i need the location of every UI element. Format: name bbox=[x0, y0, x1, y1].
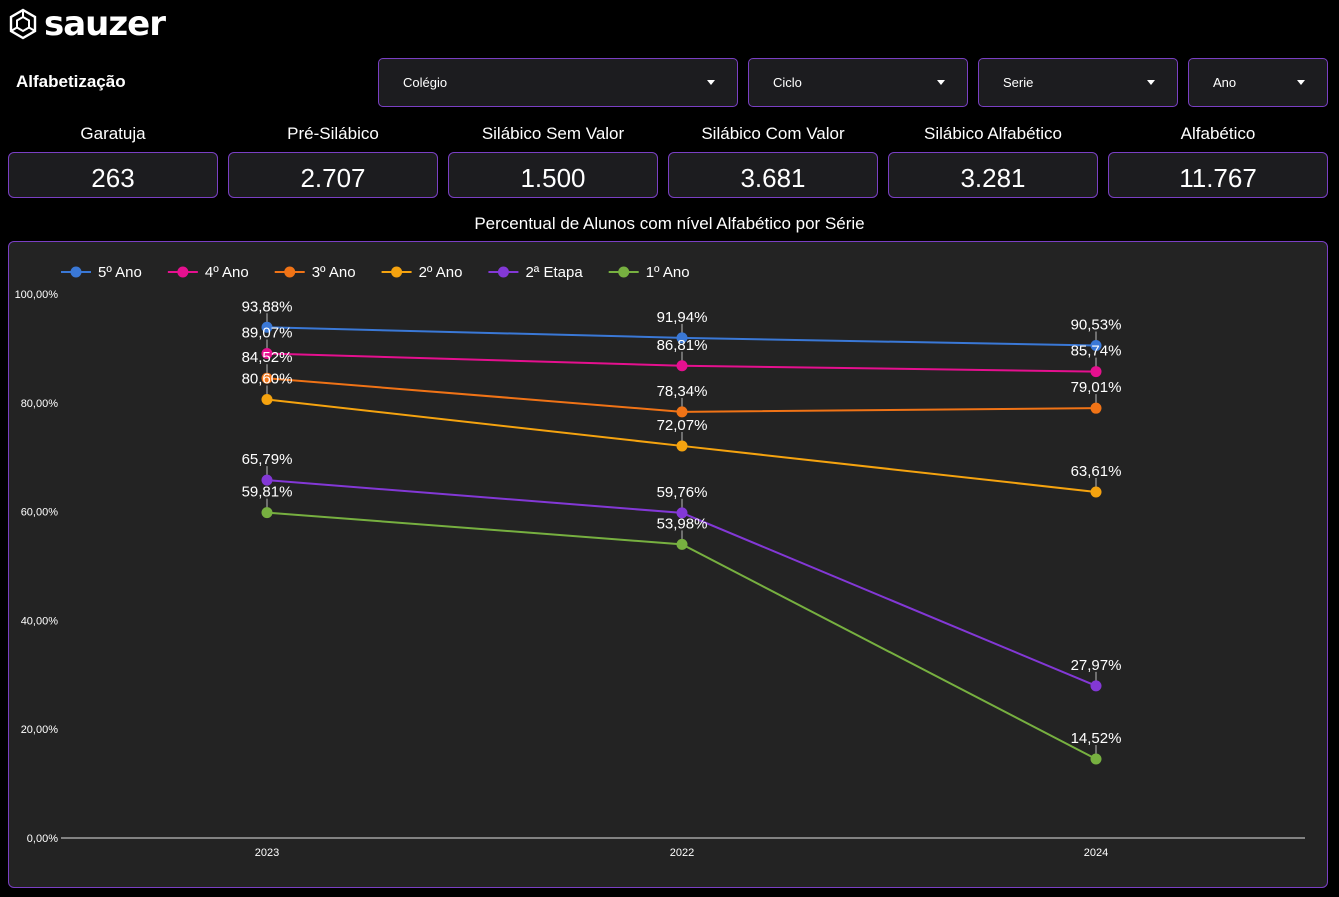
data-label: 93,88% bbox=[242, 298, 293, 315]
data-label: 79,01% bbox=[1071, 379, 1122, 396]
y-tick-label: 20,00% bbox=[21, 724, 59, 736]
data-label: 27,97% bbox=[1071, 657, 1122, 674]
y-tick-label: 40,00% bbox=[21, 615, 59, 627]
data-point bbox=[676, 406, 688, 418]
data-label: 59,81% bbox=[242, 484, 293, 501]
filter-label: Ano bbox=[1213, 75, 1237, 90]
filter-serie-dropdown[interactable]: Serie bbox=[978, 58, 1178, 107]
legend-marker bbox=[618, 266, 630, 278]
x-tick-label: 2023 bbox=[255, 847, 279, 859]
data-label: 78,34% bbox=[657, 383, 708, 400]
filter-label: Ciclo bbox=[773, 75, 802, 90]
filter-colegio-dropdown[interactable]: Colégio bbox=[378, 58, 738, 107]
legend-marker bbox=[391, 266, 403, 278]
x-tick-label: 2022 bbox=[670, 847, 694, 859]
filter-label: Colégio bbox=[403, 75, 448, 90]
logo-text: sauzer bbox=[44, 4, 166, 44]
data-point bbox=[676, 360, 688, 372]
kpi-label-alfabetico: Alfabético bbox=[1180, 124, 1256, 143]
data-point bbox=[676, 538, 688, 550]
legend-marker bbox=[177, 266, 189, 278]
x-tick-label: 2024 bbox=[1084, 847, 1108, 859]
data-label: 59,76% bbox=[657, 484, 708, 501]
caret-down-icon bbox=[937, 80, 945, 85]
kpi-value-alfabetico: 11.767 bbox=[1108, 152, 1328, 198]
brand-logo: sauzer bbox=[8, 4, 166, 44]
data-label: 72,07% bbox=[657, 417, 708, 434]
data-label: 84,52% bbox=[242, 349, 293, 366]
legend-label: 2º Ano bbox=[419, 264, 463, 281]
data-point bbox=[1090, 680, 1102, 692]
legend-marker bbox=[284, 266, 296, 278]
chart-panel: 0,00% 20,00% 40,00% 60,00% 80,00% 100,00% 2023… bbox=[8, 241, 1328, 888]
legend-label: 2ª Etapa bbox=[525, 264, 583, 281]
data-point bbox=[261, 394, 273, 406]
kpi-value-silabico-alfabetico: 3.281 bbox=[888, 152, 1098, 198]
chart-title: Percentual de Alunos com nível Alfabétic… bbox=[474, 214, 865, 233]
filter-label: Serie bbox=[1003, 75, 1034, 90]
data-label: 89,07% bbox=[242, 324, 293, 341]
y-tick-label: 0,00% bbox=[27, 833, 58, 845]
legend-marker bbox=[70, 266, 82, 278]
page-title: Alfabetização bbox=[16, 72, 126, 91]
kpi-value-garatuja: 263 bbox=[8, 152, 218, 198]
kpi-label-silabico-com-valor: Silábico Com Valor bbox=[701, 124, 845, 143]
logo-mark-icon bbox=[9, 8, 37, 40]
data-label: 85,74% bbox=[1071, 343, 1122, 360]
data-label: 91,94% bbox=[657, 309, 708, 326]
data-label: 90,53% bbox=[1071, 317, 1122, 334]
data-point bbox=[1090, 366, 1102, 378]
filter-ano-dropdown[interactable]: Ano bbox=[1188, 58, 1328, 107]
data-label: 80,60% bbox=[242, 371, 293, 388]
legend-label: 4º Ano bbox=[205, 264, 249, 281]
caret-down-icon bbox=[707, 80, 715, 85]
y-tick-label: 60,00% bbox=[21, 507, 59, 519]
data-point bbox=[1090, 402, 1102, 414]
data-label: 65,79% bbox=[242, 451, 293, 468]
kpi-label-silabico-alfabetico: Silábico Alfabético bbox=[924, 124, 1062, 143]
data-label: 14,52% bbox=[1071, 730, 1122, 747]
data-point bbox=[1090, 753, 1102, 765]
line-chart: 0,00% 20,00% 40,00% 60,00% 80,00% 100,00% 2023… bbox=[15, 264, 1305, 859]
kpi-label-garatuja: Garatuja bbox=[80, 124, 146, 143]
y-tick-label: 80,00% bbox=[21, 398, 59, 410]
legend-label: 1º Ano bbox=[646, 264, 690, 281]
data-label: 63,61% bbox=[1071, 463, 1122, 480]
kpi-label-silabico-sem-valor: Silábico Sem Valor bbox=[481, 124, 625, 143]
legend-label: 5º Ano bbox=[98, 264, 142, 281]
data-label: 53,98% bbox=[657, 515, 708, 532]
kpi-value-pre-silabico: 2.707 bbox=[228, 152, 438, 198]
filter-ciclo-dropdown[interactable]: Ciclo bbox=[748, 58, 968, 107]
data-point bbox=[261, 507, 273, 519]
caret-down-icon bbox=[1297, 80, 1305, 85]
kpi-value-silabico-sem-valor: 1.500 bbox=[448, 152, 658, 198]
y-tick-label: 100,00% bbox=[15, 289, 59, 301]
data-point bbox=[1090, 486, 1102, 498]
legend-marker bbox=[497, 266, 509, 278]
data-point bbox=[676, 440, 688, 452]
kpi-value-silabico-com-valor: 3.681 bbox=[668, 152, 878, 198]
legend-label: 3º Ano bbox=[312, 264, 356, 281]
data-label: 86,81% bbox=[657, 337, 708, 354]
kpi-label-pre-silabico: Pré-Silábico bbox=[287, 124, 379, 143]
caret-down-icon bbox=[1147, 80, 1155, 85]
